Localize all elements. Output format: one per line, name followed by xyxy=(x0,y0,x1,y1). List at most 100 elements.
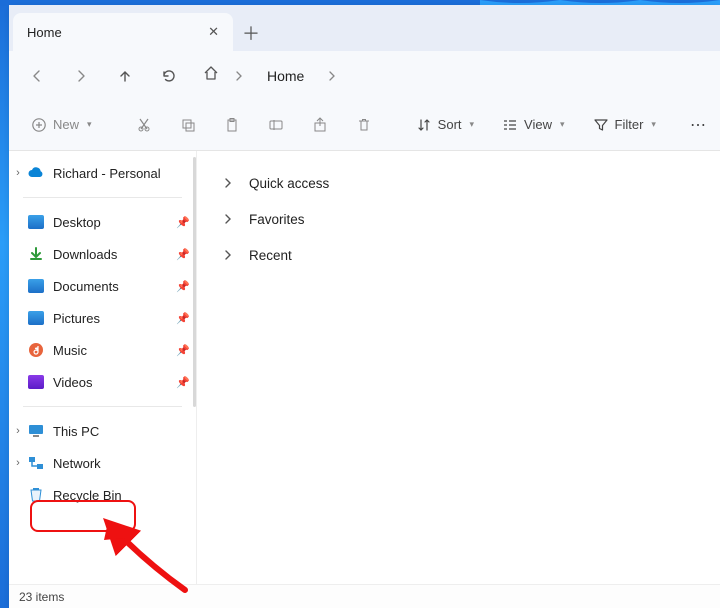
tab-bar: Home ✕ ＋ xyxy=(9,5,720,51)
copy-icon xyxy=(180,117,196,133)
section-favorites[interactable]: Favorites xyxy=(207,201,710,237)
filter-label: Filter xyxy=(615,117,644,132)
pictures-icon xyxy=(27,309,45,327)
chevron-right-icon[interactable] xyxy=(221,178,235,188)
sort-icon xyxy=(416,117,432,133)
sidebar-item-label: Desktop xyxy=(53,215,101,230)
new-tab-button[interactable]: ＋ xyxy=(233,15,269,51)
refresh-icon xyxy=(161,68,177,84)
pc-icon xyxy=(27,422,45,440)
status-item-count: 23 items xyxy=(19,590,64,604)
new-button[interactable]: New ▾ xyxy=(21,108,102,142)
share-button[interactable] xyxy=(302,108,338,142)
content-pane: Quick access Favorites Recent xyxy=(197,151,720,584)
recycle-bin-icon xyxy=(27,486,45,504)
section-label: Recent xyxy=(249,248,292,263)
explorer-body: › Richard - Personal Desktop 📌 Downloads… xyxy=(9,151,720,584)
arrow-up-icon xyxy=(117,68,133,84)
pin-icon: 📌 xyxy=(176,376,190,389)
filter-button[interactable]: Filter ▾ xyxy=(583,108,666,142)
sidebar-item-label: Pictures xyxy=(53,311,100,326)
download-icon xyxy=(27,245,45,263)
sidebar-item-this-pc[interactable]: › This PC xyxy=(9,415,196,447)
sidebar-divider xyxy=(23,197,182,198)
chevron-down-icon: ▾ xyxy=(87,119,92,130)
sidebar-scrollbar[interactable] xyxy=(193,157,196,407)
sidebar-item-music[interactable]: Music 📌 xyxy=(9,334,196,366)
back-button[interactable] xyxy=(17,58,57,94)
forward-button[interactable] xyxy=(61,58,101,94)
breadcrumb-location[interactable]: Home xyxy=(259,68,312,84)
videos-icon xyxy=(27,373,45,391)
tab-title: Home xyxy=(27,25,200,40)
music-icon xyxy=(27,341,45,359)
pin-icon: 📌 xyxy=(176,312,190,325)
plus-circle-icon xyxy=(31,117,47,133)
cut-icon xyxy=(136,117,152,133)
cloud-icon xyxy=(27,164,45,182)
chevron-right-icon[interactable]: › xyxy=(11,457,25,469)
tab-home[interactable]: Home ✕ xyxy=(13,13,233,51)
copy-button[interactable] xyxy=(170,108,206,142)
sidebar-item-pictures[interactable]: Pictures 📌 xyxy=(9,302,196,334)
chevron-right-icon[interactable] xyxy=(221,214,235,224)
new-label: New xyxy=(53,117,79,132)
sidebar-item-videos[interactable]: Videos 📌 xyxy=(9,366,196,398)
refresh-button[interactable] xyxy=(149,58,189,94)
sidebar-item-label: Music xyxy=(53,343,87,358)
paste-icon xyxy=(224,117,240,133)
sidebar-item-desktop[interactable]: Desktop 📌 xyxy=(9,206,196,238)
delete-button[interactable] xyxy=(346,108,382,142)
chevron-down-icon: ▾ xyxy=(560,119,565,130)
command-bar: New ▾ Sort ▾ View ▾ Filter ▾ ⋯ xyxy=(9,99,720,151)
chevron-right-icon xyxy=(231,71,247,81)
sidebar-item-label: Recycle Bin xyxy=(53,488,122,503)
sidebar-item-documents[interactable]: Documents 📌 xyxy=(9,270,196,302)
sidebar-item-label: Richard - Personal xyxy=(53,166,161,181)
sort-label: Sort xyxy=(438,117,462,132)
sidebar-item-label: Network xyxy=(53,456,101,471)
rename-button[interactable] xyxy=(258,108,294,142)
chevron-right-icon[interactable]: › xyxy=(11,167,25,179)
pin-icon: 📌 xyxy=(176,344,190,357)
sidebar-item-label: Downloads xyxy=(53,247,117,262)
chevron-right-icon[interactable]: › xyxy=(11,425,25,437)
share-icon xyxy=(312,117,328,133)
chevron-right-icon[interactable] xyxy=(221,250,235,260)
address-bar[interactable]: Home xyxy=(193,65,340,86)
arrow-right-icon xyxy=(73,68,89,84)
cut-button[interactable] xyxy=(126,108,162,142)
rename-icon xyxy=(268,117,284,133)
sidebar-item-label: This PC xyxy=(53,424,99,439)
tab-close-icon[interactable]: ✕ xyxy=(208,24,219,40)
sort-button[interactable]: Sort ▾ xyxy=(406,108,484,142)
filter-icon xyxy=(593,117,609,133)
pin-icon: 📌 xyxy=(176,280,190,293)
sidebar-item-downloads[interactable]: Downloads 📌 xyxy=(9,238,196,270)
section-label: Quick access xyxy=(249,176,329,191)
sidebar-item-network[interactable]: › Network xyxy=(9,447,196,479)
network-icon xyxy=(27,454,45,472)
sidebar-item-onedrive[interactable]: › Richard - Personal xyxy=(9,157,196,189)
paste-button[interactable] xyxy=(214,108,250,142)
status-bar: 23 items xyxy=(9,584,720,608)
up-button[interactable] xyxy=(105,58,145,94)
sidebar-item-label: Documents xyxy=(53,279,119,294)
view-icon xyxy=(502,117,518,133)
sidebar-item-label: Videos xyxy=(53,375,93,390)
chevron-right-icon[interactable] xyxy=(324,71,340,81)
view-label: View xyxy=(524,117,552,132)
sidebar-item-recycle-bin[interactable]: Recycle Bin xyxy=(9,479,196,511)
section-recent[interactable]: Recent xyxy=(207,237,710,273)
arrow-left-icon xyxy=(29,68,45,84)
documents-icon xyxy=(27,277,45,295)
view-button[interactable]: View ▾ xyxy=(492,108,574,142)
trash-icon xyxy=(356,117,372,133)
nav-bar: Home xyxy=(9,51,720,99)
desktop-background-slice xyxy=(0,0,9,608)
pin-icon: 📌 xyxy=(176,248,190,261)
section-quick-access[interactable]: Quick access xyxy=(207,165,710,201)
chevron-down-icon: ▾ xyxy=(651,119,656,130)
desktop-icon xyxy=(27,213,45,231)
more-button[interactable]: ⋯ xyxy=(690,115,708,135)
